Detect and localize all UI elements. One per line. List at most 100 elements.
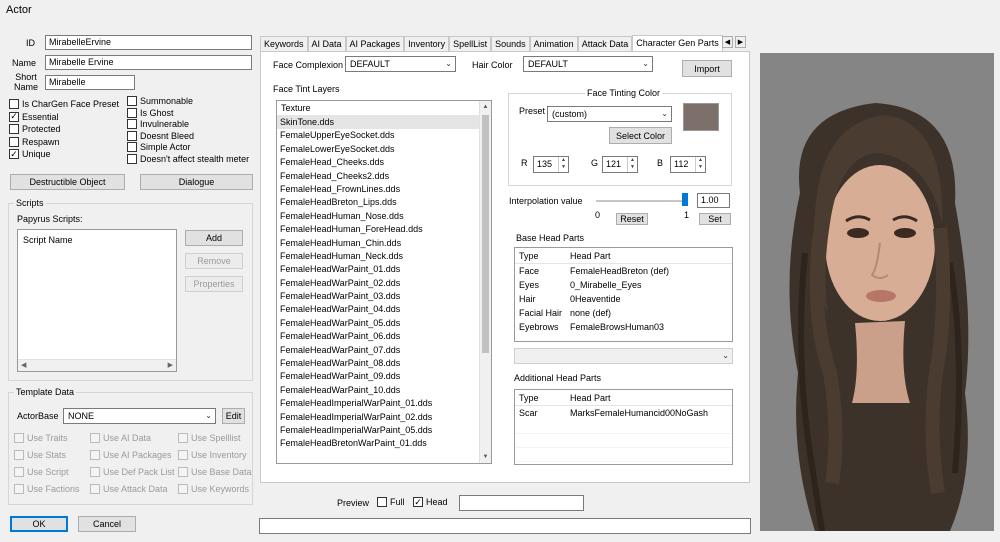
head-part-column-header[interactable]: Head Part — [568, 390, 732, 405]
hair-color-select[interactable]: DEFAULT ⌄ — [523, 56, 653, 72]
list-item[interactable]: SkinTone.dds — [277, 116, 491, 130]
checkbox-box[interactable] — [127, 130, 137, 141]
list-item[interactable]: FemaleHeadWarPaint_02.dds — [277, 277, 491, 290]
list-item[interactable]: FemaleHeadWarPaint_10.dds — [277, 384, 491, 397]
checkbox-box[interactable] — [9, 136, 19, 147]
name-field[interactable]: Mirabelle Ervine — [45, 55, 252, 70]
list-item[interactable]: FemaleHead_FrownLines.dds — [277, 183, 491, 196]
tab-ai-packages[interactable]: AI Packages — [345, 36, 405, 51]
tab-scroll-left-icon[interactable]: ◀ — [722, 36, 733, 48]
list-item[interactable]: FemaleHeadImperialWarPaint_05.dds — [277, 424, 491, 437]
flag-checkbox[interactable]: Doesn't affect stealth meter — [127, 154, 249, 164]
import-button[interactable]: Import — [682, 60, 732, 77]
checkbox-box[interactable] — [377, 497, 387, 507]
type-column-header[interactable]: Type — [515, 248, 568, 263]
flag-checkbox[interactable]: Protected — [9, 124, 61, 135]
cancel-button[interactable]: Cancel — [78, 516, 136, 532]
interpolation-slider-thumb[interactable] — [682, 193, 688, 206]
tab-character-gen-parts[interactable]: Character Gen Parts — [632, 35, 723, 51]
scroll-right-icon[interactable]: ▶ — [168, 360, 173, 371]
list-item[interactable]: FemaleLowerEyeSocket.dds — [277, 143, 491, 156]
template-option-checkbox[interactable]: Use Traits — [14, 433, 68, 443]
flag-checkbox[interactable]: Simple Actor — [127, 142, 191, 153]
r-spinner[interactable]: 135 ▲ ▼ — [533, 156, 569, 173]
list-item[interactable]: FemaleHeadWarPaint_04.dds — [277, 303, 491, 316]
id-field[interactable]: MirabelleErvine — [45, 35, 252, 50]
spin-arrows-icon[interactable]: ▲ ▼ — [558, 157, 568, 172]
reset-button[interactable]: Reset — [616, 213, 648, 225]
tab-inventory[interactable]: Inventory — [404, 36, 450, 51]
template-option-checkbox[interactable]: Use Spelllist — [178, 433, 241, 443]
additional-head-parts-table[interactable]: Type Head Part Scar MarksFemaleHumancid00… — [514, 389, 733, 465]
flag-checkbox[interactable]: Is CharGen Face Preset — [9, 99, 119, 109]
list-item[interactable]: FemaleHeadBreton_Lips.dds — [277, 196, 491, 209]
flag-checkbox[interactable]: Doesnt Bleed — [127, 130, 194, 141]
checkbox-box[interactable] — [9, 99, 19, 109]
ok-button[interactable]: OK — [10, 516, 68, 532]
list-item[interactable]: FemaleHeadImperialWarPaint_02.dds — [277, 411, 491, 424]
checkbox-box[interactable]: ✓ — [413, 497, 423, 507]
head-part-select[interactable]: ⌄ — [514, 348, 733, 364]
template-option-checkbox[interactable]: Use AI Packages — [90, 450, 172, 460]
base-head-parts-table[interactable]: Type Head Part Face FemaleHeadBreton (def… — [514, 247, 733, 342]
spin-arrows-icon[interactable]: ▲ ▼ — [695, 157, 705, 172]
checkbox-box[interactable] — [178, 433, 188, 443]
checkbox-box[interactable] — [127, 107, 137, 118]
checkbox-box[interactable] — [127, 96, 137, 106]
template-option-checkbox[interactable]: Use AI Data — [90, 433, 151, 443]
template-option-checkbox[interactable]: Use Keywords — [178, 484, 249, 494]
checkbox-box[interactable] — [127, 119, 137, 130]
table-row[interactable]: Face FemaleHeadBreton (def) — [515, 264, 732, 278]
scrollbar-thumb[interactable] — [482, 115, 489, 353]
template-option-checkbox[interactable]: Use Inventory — [178, 450, 247, 460]
list-item[interactable]: FemaleHeadWarPaint_03.dds — [277, 290, 491, 303]
checkbox-box[interactable] — [9, 124, 19, 135]
flag-checkbox[interactable]: ✓ Unique — [9, 149, 51, 160]
color-swatch[interactable] — [683, 103, 719, 131]
checkbox-box[interactable] — [90, 450, 100, 460]
full-checkbox[interactable]: Full — [377, 497, 405, 507]
checkbox-box[interactable] — [90, 467, 100, 477]
template-option-checkbox[interactable]: Use Attack Data — [90, 484, 168, 494]
preview-field[interactable] — [459, 495, 584, 511]
flag-checkbox[interactable]: Invulnerable — [127, 119, 189, 130]
g-spinner[interactable]: 121 ▲ ▼ — [602, 156, 638, 173]
template-option-checkbox[interactable]: Use Factions — [14, 484, 80, 494]
add-script-button[interactable]: Add — [185, 230, 243, 246]
tab-ai-data[interactable]: AI Data — [307, 36, 346, 51]
type-column-header[interactable]: Type — [515, 390, 568, 405]
list-item[interactable]: FemaleHeadHuman_Chin.dds — [277, 237, 491, 250]
list-item[interactable]: FemaleHeadHuman_ForeHead.dds — [277, 223, 491, 236]
list-item[interactable]: FemaleHeadHuman_Nose.dds — [277, 210, 491, 223]
list-item[interactable]: FemaleUpperEyeSocket.dds — [277, 129, 491, 142]
checkbox-box[interactable]: ✓ — [9, 111, 19, 122]
flag-checkbox[interactable]: ✓ Essential — [9, 111, 59, 122]
table-row[interactable] — [515, 420, 732, 434]
checkbox-box[interactable] — [178, 450, 188, 460]
flag-checkbox[interactable]: Is Ghost — [127, 107, 174, 118]
list-item[interactable]: FemaleHeadWarPaint_01.dds — [277, 263, 491, 276]
b-spinner[interactable]: 112 ▲ ▼ — [670, 156, 706, 173]
tab-animation[interactable]: Animation — [529, 36, 578, 51]
list-item[interactable]: FemaleHeadWarPaint_08.dds — [277, 357, 491, 370]
table-row[interactable]: Eyebrows FemaleBrowsHuman03 — [515, 320, 732, 334]
checkbox-box[interactable] — [90, 484, 100, 494]
checkbox-box[interactable] — [14, 484, 24, 494]
script-properties-button[interactable]: Properties — [185, 276, 243, 292]
list-item[interactable]: FemaleHeadWarPaint_06.dds — [277, 330, 491, 343]
table-row[interactable]: Scar MarksFemaleHumancid00NoGash — [515, 406, 732, 420]
template-option-checkbox[interactable]: Use Base Data — [178, 467, 252, 477]
short-name-field[interactable]: Mirabelle — [45, 75, 135, 90]
set-button[interactable]: Set — [699, 213, 731, 225]
checkbox-box[interactable] — [127, 154, 137, 164]
dialogue-button[interactable]: Dialogue — [140, 174, 253, 190]
tab-attack-data[interactable]: Attack Data — [577, 36, 633, 51]
table-row[interactable]: Eyes 0_Mirabelle_Eyes — [515, 278, 732, 292]
head-checkbox[interactable]: ✓ Head — [413, 497, 448, 507]
checkbox-box[interactable] — [14, 433, 24, 443]
spin-arrows-icon[interactable]: ▲ ▼ — [627, 157, 637, 172]
template-option-checkbox[interactable]: Use Stats — [14, 450, 66, 460]
preset-select[interactable]: (custom) ⌄ — [547, 106, 672, 122]
checkbox-box[interactable]: ✓ — [9, 149, 19, 160]
table-row[interactable] — [515, 434, 732, 448]
